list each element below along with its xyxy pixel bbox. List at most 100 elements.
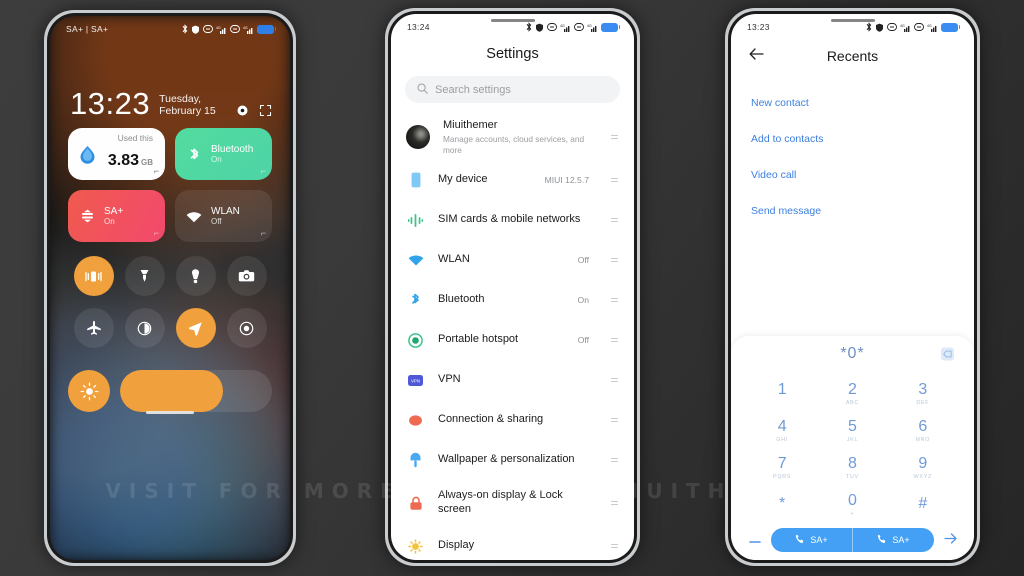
settings-row-label: Display xyxy=(438,539,475,552)
drag-handle-icon[interactable] xyxy=(611,378,618,382)
settings-row-label: VPN xyxy=(438,373,461,386)
drag-handle-icon[interactable] xyxy=(611,544,618,548)
water-drop-icon xyxy=(78,145,96,164)
phone-3-recents: 13:23 4G 4G Recents New contact Add to c… xyxy=(725,8,980,566)
dial-key-8[interactable]: 8 TUV xyxy=(817,450,887,485)
tile-bluetooth[interactable]: Bluetooth On ⌐ xyxy=(175,128,272,180)
arrow-left-icon[interactable] xyxy=(749,48,764,64)
expand-arrow-icon[interactable]: ⌐ xyxy=(261,166,266,176)
signal-icon: 4G xyxy=(927,23,938,32)
tile-wlan[interactable]: WLAN Off ⌐ xyxy=(175,190,272,242)
brightness-button[interactable] xyxy=(68,370,110,412)
dial-key-letters: ABC xyxy=(845,399,860,406)
search-input[interactable]: Search settings xyxy=(405,76,620,103)
carrier-label: SA+ | SA+ xyxy=(66,24,109,34)
settings-gear-icon[interactable] xyxy=(235,103,249,117)
expand-arrow-icon[interactable]: ⌐ xyxy=(154,228,159,238)
dial-key-letters: PQRS xyxy=(773,473,792,480)
toggle-dark-mode[interactable] xyxy=(124,308,165,348)
camera-icon xyxy=(238,270,255,282)
action-new-contact[interactable]: New contact xyxy=(731,85,974,121)
action-send-message[interactable]: Send message xyxy=(731,193,974,229)
dial-key-letters: TUV xyxy=(845,473,859,480)
bluetooth-icon xyxy=(526,22,532,32)
status-time: 13:24 xyxy=(407,22,430,32)
edit-icon[interactable] xyxy=(258,103,272,117)
status-icons: 4G 4G xyxy=(866,22,960,32)
brightness-slider[interactable] xyxy=(120,370,272,412)
lock-icon xyxy=(406,496,425,511)
arrow-right-icon[interactable] xyxy=(942,533,958,547)
toggle-location[interactable] xyxy=(175,308,216,348)
action-add-to-contacts[interactable]: Add to contacts xyxy=(731,121,974,157)
dial-key-digit: # xyxy=(918,494,928,512)
tile-mobile-data[interactable]: SA+ On ⌐ xyxy=(68,190,165,242)
drag-handle-icon[interactable] xyxy=(611,178,618,182)
dial-key-3[interactable]: 3 DEF xyxy=(888,376,958,411)
drag-handle-icon[interactable] xyxy=(611,135,618,139)
dial-key-0[interactable]: 0 + xyxy=(817,487,887,522)
settings-row-wallpaper[interactable]: Wallpaper & personalization xyxy=(391,440,634,480)
mobile-data-icon xyxy=(78,207,96,225)
settings-row-sim-cards[interactable]: SIM cards & mobile networks xyxy=(391,200,634,240)
toggle-camera[interactable] xyxy=(226,256,267,296)
dial-key-letters: MNO xyxy=(915,436,931,443)
drag-handle-icon[interactable] xyxy=(611,501,618,505)
dial-key-star[interactable]: * xyxy=(747,487,817,522)
dial-key-2[interactable]: 2 ABC xyxy=(817,376,887,411)
status-bar: SA+ | SA+ 4G 4G xyxy=(50,16,290,42)
toggle-airplane-mode[interactable] xyxy=(73,308,114,348)
toggle-flashlight[interactable] xyxy=(124,256,165,296)
settings-row-connection-sharing[interactable]: Connection & sharing xyxy=(391,400,634,440)
bluetooth-icon xyxy=(866,22,872,32)
settings-row-account[interactable]: Miuithemer Manage accounts, cloud servic… xyxy=(391,114,634,160)
dial-key-4[interactable]: 4 GHI xyxy=(747,413,817,448)
hide-keypad-icon[interactable] xyxy=(747,533,763,547)
dial-input-row[interactable]: *0* xyxy=(731,336,974,372)
signal-icon: 4G xyxy=(587,23,598,32)
toggle-dnd[interactable] xyxy=(175,256,216,296)
speaker-grille xyxy=(830,19,875,22)
action-video-call[interactable]: Video call xyxy=(731,157,974,193)
drag-handle-icon[interactable] xyxy=(611,458,618,462)
dial-key-6[interactable]: 6 MNO xyxy=(888,413,958,448)
expand-arrow-icon[interactable]: ⌐ xyxy=(261,228,266,238)
dial-key-hash[interactable]: # xyxy=(888,487,958,522)
home-indicator[interactable] xyxy=(146,411,194,414)
toggle-screen-record[interactable] xyxy=(226,308,267,348)
vpn-icon: VPN xyxy=(406,374,425,386)
drag-handle-icon[interactable] xyxy=(611,418,618,422)
wifi-icon xyxy=(406,254,425,266)
settings-row-my-device[interactable]: My device MIUI 12.5.7 xyxy=(391,160,634,200)
expand-arrow-icon[interactable]: ⌐ xyxy=(154,166,159,176)
call-button-label: SA+ xyxy=(810,535,828,545)
dial-key-5[interactable]: 5 JKL xyxy=(817,413,887,448)
call-button-sim2[interactable]: SA+ xyxy=(852,528,934,552)
drag-handle-icon[interactable] xyxy=(611,338,618,342)
dial-key-7[interactable]: 7 PQRS xyxy=(747,450,817,485)
battery-icon xyxy=(601,22,620,32)
settings-row-bluetooth[interactable]: Bluetooth On xyxy=(391,280,634,320)
tile-bluetooth-title: Bluetooth xyxy=(211,143,254,155)
settings-row-display[interactable]: Display xyxy=(391,526,634,560)
search-placeholder: Search settings xyxy=(435,83,511,96)
settings-row-value: Off xyxy=(577,335,589,345)
dial-key-9[interactable]: 9 WXYZ xyxy=(888,450,958,485)
status-bar: 13:23 4G 4G xyxy=(731,14,974,40)
tile-data-usage[interactable]: Used this 3.83 GB ⌐ xyxy=(68,128,165,180)
call-icon xyxy=(877,534,887,546)
recents-header: Recents xyxy=(731,48,974,64)
settings-row-wlan[interactable]: WLAN Off xyxy=(391,240,634,280)
drag-handle-icon[interactable] xyxy=(611,258,618,262)
drag-handle-icon[interactable] xyxy=(611,298,618,302)
settings-row-vpn[interactable]: VPN VPN xyxy=(391,360,634,400)
settings-row-portable-hotspot[interactable]: Portable hotspot Off xyxy=(391,320,634,360)
tile-wlan-title: WLAN xyxy=(211,205,240,217)
call-button-sim1[interactable]: SA+ xyxy=(771,528,852,552)
settings-row-always-on-display[interactable]: Always-on display & Lock screen xyxy=(391,480,634,526)
toggle-vibrate[interactable] xyxy=(73,256,114,296)
backspace-icon[interactable] xyxy=(941,347,954,361)
status-icons: 4G 4G xyxy=(526,22,620,32)
drag-handle-icon[interactable] xyxy=(611,218,618,222)
dial-key-1[interactable]: 1 xyxy=(747,376,817,411)
